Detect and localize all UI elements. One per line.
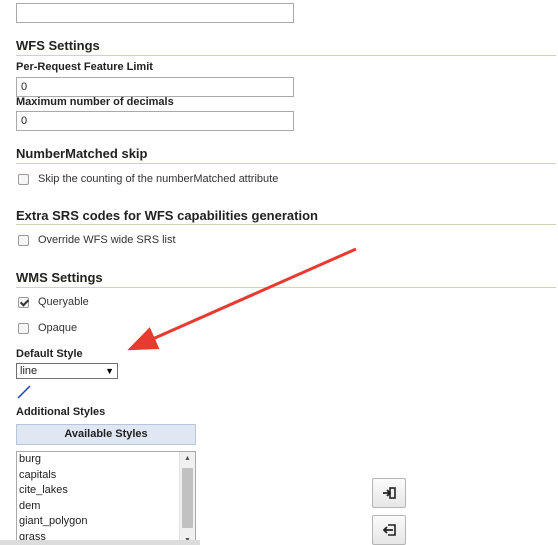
red-arrow-annotation bbox=[127, 247, 357, 351]
